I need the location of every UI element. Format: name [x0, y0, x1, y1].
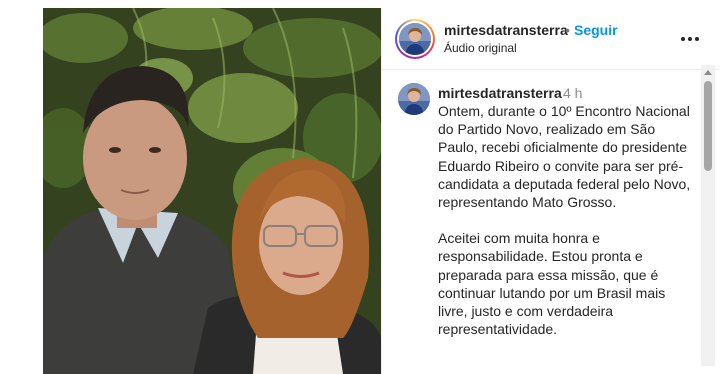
caption-paragraph-2: Aceitei com muita honra e responsabilida…: [438, 230, 666, 338]
caption-paragraph-1: Ontem, durante o 10º Encontro Nacional d…: [438, 103, 691, 211]
caption-avatar[interactable]: [398, 83, 430, 115]
header-avatar[interactable]: [395, 19, 435, 59]
original-audio-link[interactable]: Áudio original: [444, 41, 517, 55]
more-options-button[interactable]: [678, 27, 702, 51]
caption-timestamp[interactable]: 4 h: [563, 85, 582, 101]
separator-dot: •: [565, 22, 570, 38]
caption-username[interactable]: mirtesdatransterra: [438, 85, 562, 101]
more-options-icon-dot: [688, 37, 692, 41]
avatar-image: [399, 23, 431, 55]
caption-text: Ontem, durante o 10º Encontro Nacional d…: [438, 102, 698, 356]
scrollbar-thumb[interactable]: [704, 81, 712, 171]
post-photo[interactable]: [43, 8, 381, 374]
follow-button[interactable]: Seguir: [574, 22, 618, 38]
post-photo-illustration: [43, 8, 381, 374]
avatar-image: [398, 83, 430, 115]
scroll-up-button[interactable]: [701, 65, 715, 79]
caption-area: mirtesdatransterra 4 h Ontem, durante o …: [382, 71, 719, 374]
scroll-up-arrow-icon: [704, 69, 712, 75]
header-username[interactable]: mirtesdatransterra: [444, 22, 568, 38]
post-header: mirtesdatransterra • Seguir Áudio origin…: [382, 8, 719, 70]
post-details-panel: mirtesdatransterra • Seguir Áudio origin…: [381, 8, 719, 374]
scrollbar[interactable]: [701, 65, 715, 366]
more-options-icon: [681, 37, 685, 41]
post-viewer: mirtesdatransterra • Seguir Áudio origin…: [0, 0, 725, 374]
more-options-icon-dot: [695, 37, 699, 41]
